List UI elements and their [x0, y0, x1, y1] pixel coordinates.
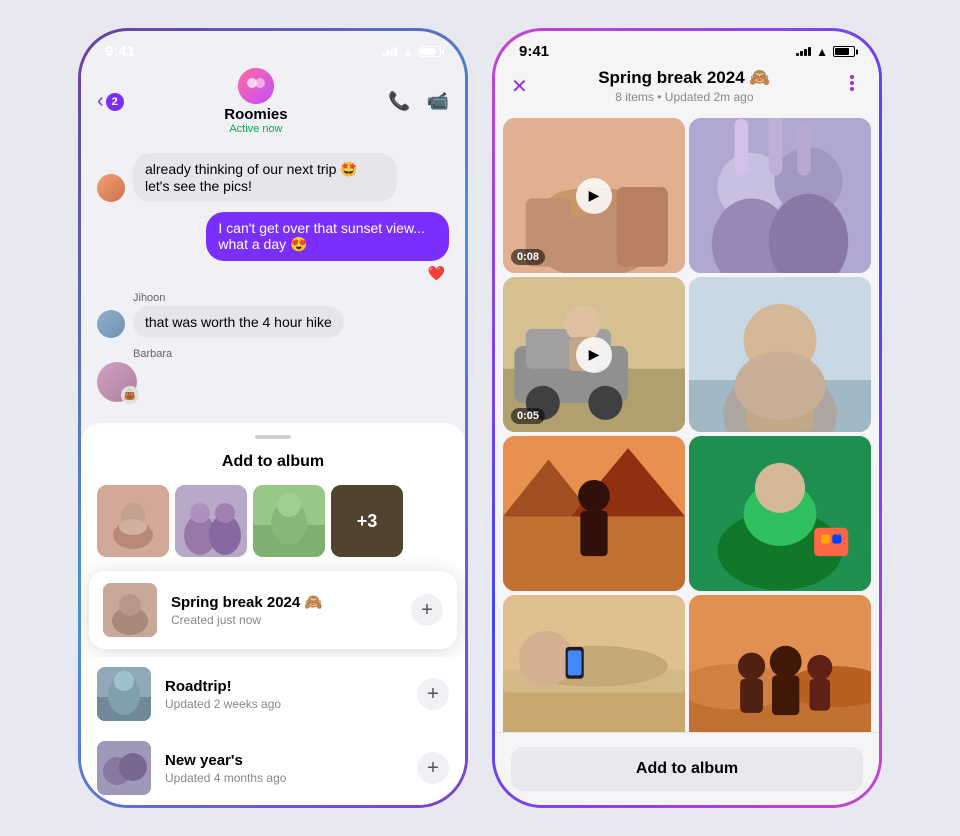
chat-info: Roomies Active now	[224, 68, 287, 135]
sender-name-barbara: Barbara	[133, 348, 449, 360]
duration-3: 0:05	[511, 408, 545, 424]
play-icon-1: ▶	[576, 178, 612, 214]
album-title: Spring break 2024 🙈	[528, 68, 841, 88]
sheet-title: Add to album	[81, 453, 465, 471]
add-roadtrip-button[interactable]: +	[417, 678, 449, 710]
grid-photo-2[interactable]	[689, 118, 871, 273]
grid-photo-7[interactable]	[503, 595, 685, 732]
album-subtitle: 8 items • Updated 2m ago	[528, 90, 841, 104]
avatar-1	[97, 174, 125, 202]
status-bar-left: 9:41 ▲	[81, 31, 465, 64]
message-incoming-1: already thinking of our next trip 🤩 let'…	[97, 153, 449, 202]
message-incoming-barbara: 👜	[97, 362, 449, 402]
status-bar-right: 9:41 ▲	[495, 31, 879, 64]
strip-photo-4: +3	[331, 485, 403, 557]
grid-photo-4[interactable]	[689, 277, 871, 432]
more-count: +3	[331, 485, 403, 557]
photo-strip: +3	[81, 485, 465, 557]
album-item-spring[interactable]: Spring break 2024 🙈 Created just now +	[89, 571, 457, 649]
add-to-album-button[interactable]: Add to album	[511, 747, 863, 791]
album-header: ✕ Spring break 2024 🙈 8 items • Updated …	[495, 64, 879, 114]
album-info-spring: Spring break 2024 🙈 Created just now	[171, 593, 397, 627]
left-phone: 9:41 ▲	[78, 28, 468, 808]
battery-icon-right	[833, 46, 855, 57]
strip-photo-3	[253, 485, 325, 557]
grid-photo-1[interactable]: ▶ 0:08	[503, 118, 685, 273]
chevron-left-icon: ‹	[97, 90, 104, 113]
sender-barbara: Barbara 👜	[97, 348, 449, 402]
chat-status: Active now	[229, 123, 282, 135]
sender-jihoon: Jihoon that was worth the 4 hour hike	[97, 292, 449, 338]
add-to-album-sheet: Add to album	[81, 423, 465, 805]
sheet-handle	[255, 435, 291, 439]
album-meta-roadtrip: Updated 2 weeks ago	[165, 697, 403, 711]
avatar-jihoon	[97, 310, 125, 338]
avatar-barbara: 👜	[97, 362, 137, 402]
grid-photo-5[interactable]	[503, 436, 685, 591]
album-name-roadtrip: Roadtrip!	[165, 678, 403, 695]
status-time-right: 9:41	[519, 43, 549, 60]
close-button[interactable]: ✕	[511, 74, 528, 99]
album-item-roadtrip[interactable]: Roadtrip! Updated 2 weeks ago +	[81, 657, 465, 731]
album-info-roadtrip: Roadtrip! Updated 2 weeks ago	[165, 678, 403, 711]
album-meta-spring: Created just now	[171, 613, 397, 627]
album-name-newyear: New year's	[165, 752, 403, 769]
status-icons-left: ▲	[382, 45, 441, 59]
reaction-heart: ❤️	[126, 265, 445, 282]
message-bubble-jihoon: that was worth the 4 hour hike	[133, 306, 344, 338]
photo-grid: ▶ 0:08	[495, 114, 879, 732]
album-info-newyear: New year's Updated 4 months ago	[165, 752, 403, 785]
sender-name-jihoon: Jihoon	[133, 292, 449, 304]
signal-icon-right	[796, 47, 811, 56]
strip-photo-2	[175, 485, 247, 557]
message-bubble-outgoing: I can't get over that sunset view... wha…	[206, 212, 449, 261]
message-outgoing: I can't get over that sunset view... wha…	[97, 212, 449, 282]
grid-photo-8[interactable]	[689, 595, 871, 732]
play-icon-3: ▶	[576, 337, 612, 373]
wifi-icon-right: ▲	[816, 45, 828, 59]
status-icons-right: ▲	[796, 45, 855, 59]
add-newyear-button[interactable]: +	[417, 752, 449, 784]
album-footer: Add to album	[495, 732, 879, 805]
message-incoming-jihoon: that was worth the 4 hour hike	[97, 306, 449, 338]
grid-photo-6[interactable]	[689, 436, 871, 591]
album-thumb-spring	[103, 583, 157, 637]
strip-photo-1	[97, 485, 169, 557]
chat-actions: 📞 📹	[388, 91, 449, 112]
phone-icon[interactable]: 📞	[388, 91, 410, 112]
chat-name: Roomies	[224, 106, 287, 123]
messenger-header: ‹ 2	[81, 64, 465, 145]
back-button[interactable]: ‹ 2	[97, 90, 124, 113]
add-spring-button[interactable]: +	[411, 594, 443, 626]
album-title-section: Spring break 2024 🙈 8 items • Updated 2m…	[528, 68, 841, 104]
battery-icon	[419, 46, 441, 57]
more-options-button[interactable]	[841, 72, 863, 100]
message-bubble-1: already thinking of our next trip 🤩 let'…	[133, 153, 397, 202]
album-meta-newyear: Updated 4 months ago	[165, 771, 403, 785]
status-time-left: 9:41	[105, 43, 135, 60]
album-thumb-roadtrip	[97, 667, 151, 721]
grid-photo-3[interactable]: ▶ 0:05	[503, 277, 685, 432]
duration-1: 0:08	[511, 249, 545, 265]
album-name-spring: Spring break 2024 🙈	[171, 593, 397, 611]
video-icon[interactable]: 📹	[427, 91, 449, 112]
album-thumb-newyear	[97, 741, 151, 795]
album-item-newyear[interactable]: New year's Updated 4 months ago +	[81, 731, 465, 805]
group-avatar	[238, 68, 274, 104]
signal-icon	[382, 47, 397, 56]
notification-badge: 2	[106, 93, 124, 111]
wifi-icon: ▲	[402, 45, 414, 59]
right-phone: 9:41 ▲	[492, 28, 882, 808]
